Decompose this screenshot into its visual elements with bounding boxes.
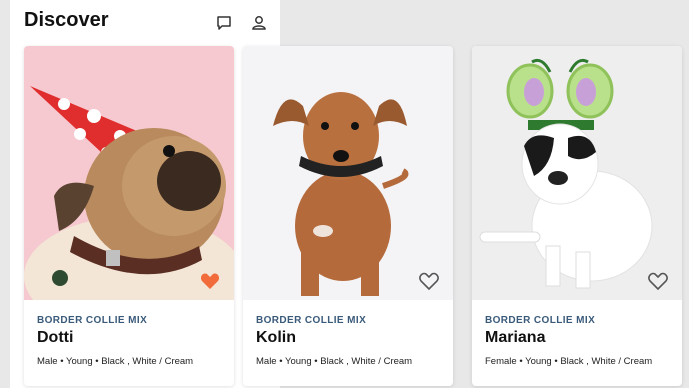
pet-photo (24, 46, 234, 300)
pet-card[interactable]: BORDER COLLIE MIX Mariana Female • Young… (472, 46, 682, 386)
breed-label: BORDER COLLIE MIX (485, 315, 596, 326)
breed-label: BORDER COLLIE MIX (37, 315, 148, 326)
chat-icon[interactable] (215, 14, 233, 32)
page-title: Discover (24, 9, 109, 31)
pet-name: Kolin (256, 329, 296, 346)
pet-photo (243, 46, 453, 300)
pet-details: Female • Young • Black , White / Cream (485, 356, 653, 367)
pet-card[interactable]: BORDER COLLIE MIX Kolin Male • Young • B… (243, 46, 453, 386)
favorite-heart-icon[interactable] (648, 272, 668, 291)
favorite-heart-icon[interactable] (419, 272, 439, 291)
favorite-heart-icon[interactable] (200, 272, 220, 290)
pet-card[interactable]: BORDER COLLIE MIX Dotti Male • Young • B… (24, 46, 234, 386)
pet-name: Mariana (485, 329, 546, 346)
breed-label: BORDER COLLIE MIX (256, 315, 367, 326)
pet-details: Male • Young • Black , White / Cream (37, 356, 194, 367)
pet-details: Male • Young • Black , White / Cream (256, 356, 413, 367)
header: Discover (10, 0, 280, 44)
pet-name: Dotti (37, 329, 74, 346)
pet-photo (472, 46, 682, 300)
user-icon[interactable] (250, 14, 268, 32)
